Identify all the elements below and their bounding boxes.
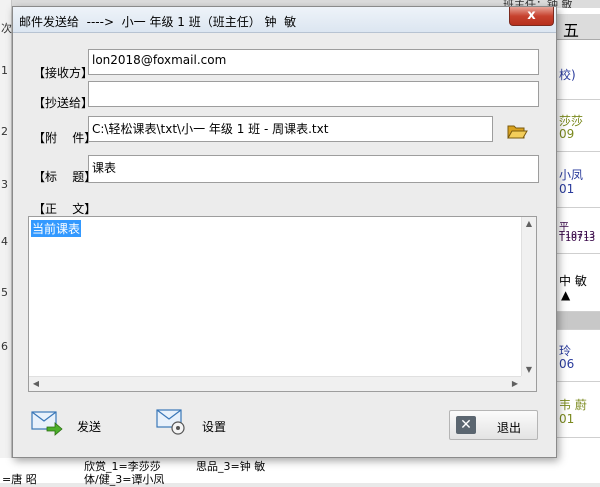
left-row-label: 次: [1, 22, 12, 35]
weekday-header: 五: [563, 21, 580, 40]
triangle-up-icon: ▲: [561, 288, 571, 302]
schedule-cell[interactable]: 平 T10713 T10713: [557, 208, 600, 254]
background-right-column: 五 校) 莎莎 09 小凤 01 平 T10713 T10713 中 敏 ▲ 玲…: [556, 8, 600, 458]
to-field[interactable]: lon2018@foxmail.com: [88, 49, 539, 75]
left-row-label: 4: [1, 235, 8, 248]
body-selected-text: 当前课表: [31, 220, 82, 237]
close-icon: ✕: [456, 416, 476, 434]
left-row-label: 2: [1, 125, 8, 138]
dialog-titlebar[interactable]: 邮件发送给 ----> 小一 年级 1 班（班主任） 钟 敏 x: [13, 7, 556, 33]
schedule-cell[interactable]: 中 敏 ▲: [557, 254, 600, 312]
left-row-label: 3: [1, 178, 8, 191]
cc-label: 【抄送给】: [33, 96, 94, 110]
exit-label: 退出: [497, 421, 522, 435]
bottom-cell: 思品_3=钟 敏: [196, 460, 266, 473]
bottom-cell: 体/健_3=谭小凤: [84, 473, 165, 486]
folder-open-icon: [507, 125, 528, 139]
send-label: 发送: [77, 420, 102, 434]
left-row-label: 1: [1, 64, 8, 77]
vertical-scrollbar[interactable]: ▲ ▼: [521, 217, 536, 377]
send-button[interactable]: 发送: [31, 409, 111, 441]
background-bottom-strip: 欣赏_1=李莎莎 思品_3=钟 敏 =唐 昭 体/健_3=谭小凤: [0, 458, 600, 486]
mail-send-icon: [31, 411, 63, 436]
subject-field[interactable]: 课表: [88, 155, 539, 183]
scroll-right-icon[interactable]: ▶: [508, 377, 522, 391]
attachment-label: 【附 件】: [33, 131, 97, 145]
attachment-field[interactable]: C:\轻松课表\txt\小一 年级 1 班 - 周课表.txt: [88, 116, 493, 142]
body-label: 【正 文】: [33, 202, 97, 216]
mail-settings-icon: [156, 409, 185, 435]
scroll-down-icon[interactable]: ▼: [522, 363, 536, 377]
body-textarea[interactable]: 当前课表 ▲ ▼ ◀ ▶: [28, 216, 537, 392]
subject-label: 【标 题】: [33, 170, 97, 184]
cc-field[interactable]: [88, 81, 539, 107]
left-row-label: 5: [1, 286, 8, 299]
settings-label: 设置: [202, 420, 227, 434]
schedule-cell[interactable]: 校): [557, 48, 600, 100]
bottom-cell: =唐 昭: [2, 473, 37, 486]
background-left-column: 次 1 2 3 4 5 6: [0, 0, 12, 458]
mail-dialog: 邮件发送给 ----> 小一 年级 1 班（班主任） 钟 敏 x 【接收方】 l…: [12, 6, 557, 458]
scroll-left-icon[interactable]: ◀: [29, 377, 43, 391]
scrollbar-corner: [521, 376, 536, 391]
schedule-cell[interactable]: 莎莎 09: [557, 100, 600, 152]
exit-button[interactable]: ✕ 退出: [449, 410, 538, 440]
close-button[interactable]: x: [509, 7, 554, 26]
schedule-cell[interactable]: 玲 06: [557, 330, 600, 382]
schedule-cell[interactable]: 韦 蔚 01: [557, 382, 600, 438]
dialog-title: 邮件发送给 ----> 小一 年级 1 班（班主任） 钟 敏: [19, 15, 297, 29]
close-icon: x: [527, 8, 536, 23]
horizontal-scrollbar[interactable]: ◀ ▶: [29, 376, 522, 391]
scroll-up-icon[interactable]: ▲: [522, 217, 536, 231]
browse-attachment-button[interactable]: [505, 121, 529, 141]
settings-button[interactable]: 设置: [156, 407, 236, 441]
schedule-divider: [557, 312, 600, 330]
schedule-cell[interactable]: 小凤 01: [557, 152, 600, 208]
to-label: 【接收方】: [33, 66, 94, 80]
left-row-label: 6: [1, 340, 8, 353]
background-right-header: 五: [557, 14, 600, 40]
